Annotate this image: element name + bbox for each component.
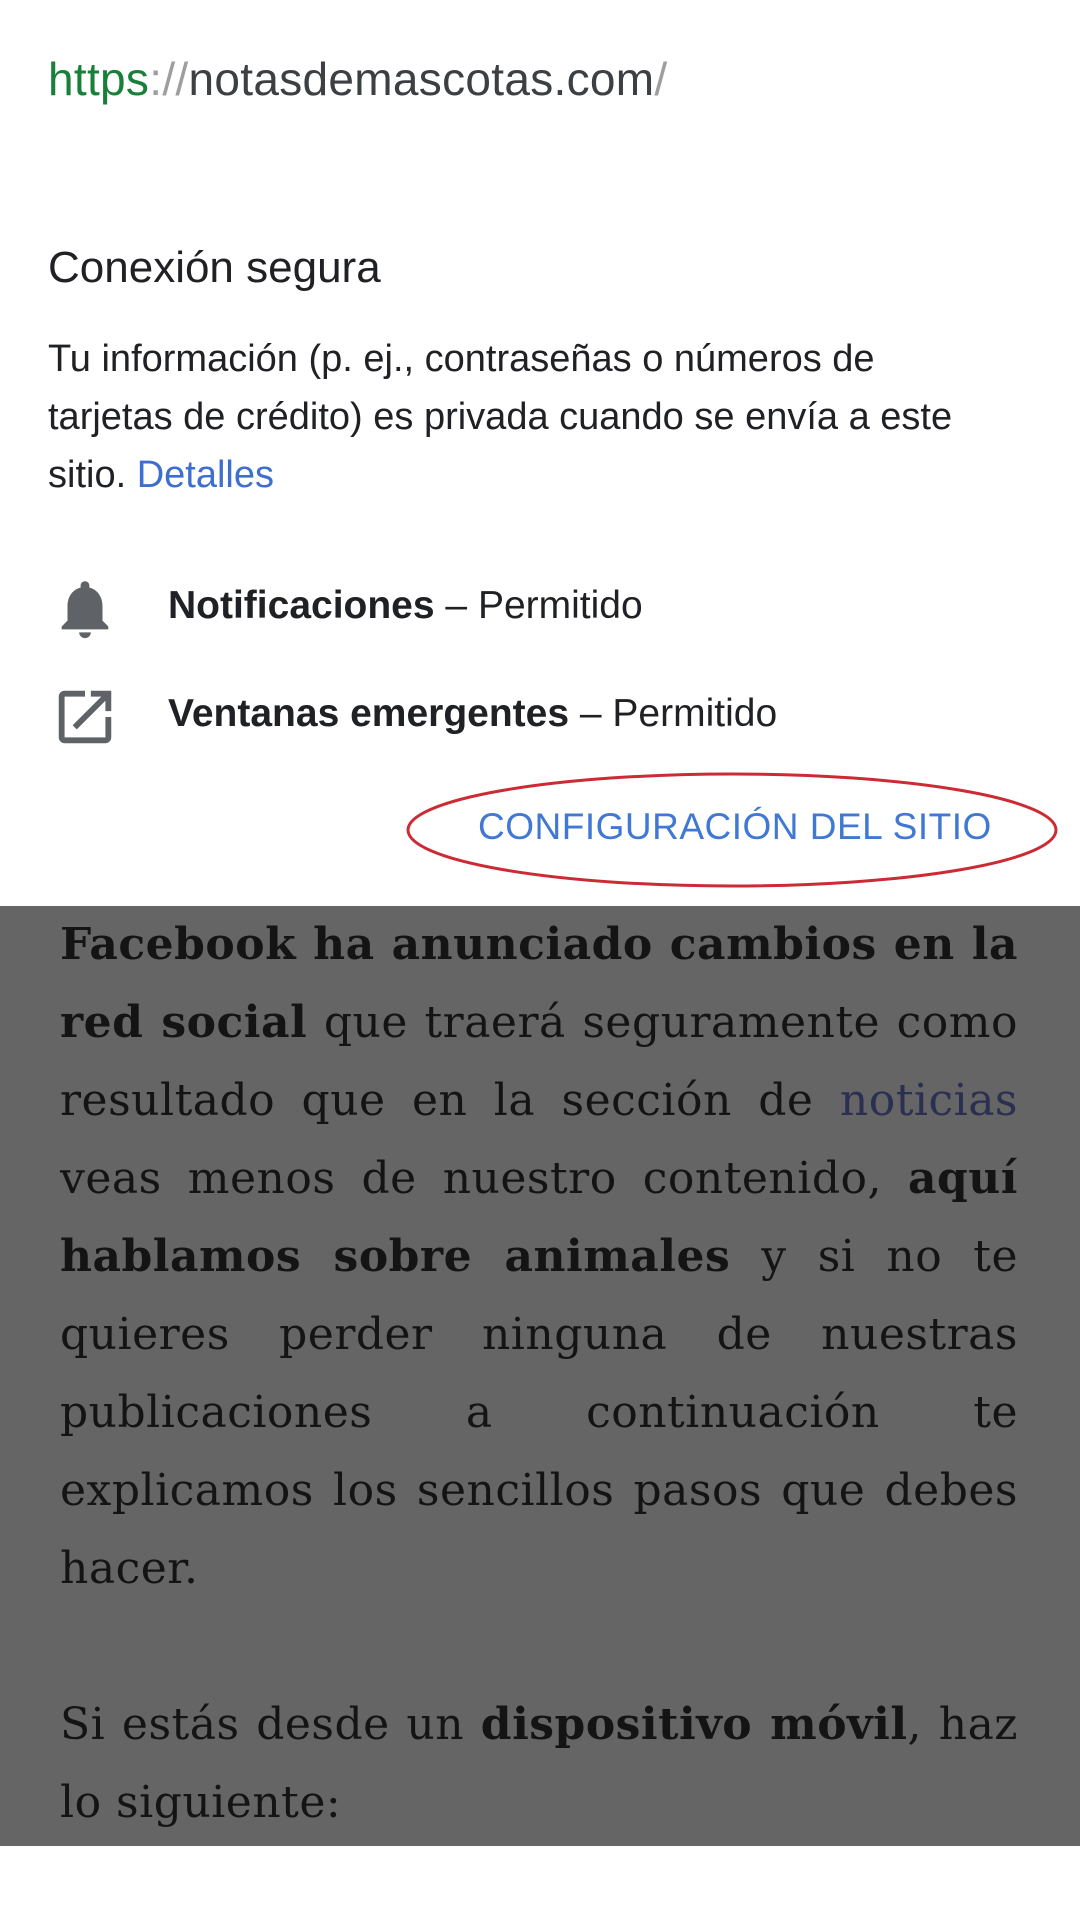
permission-status: Permitido: [612, 692, 778, 735]
article-paragraph-1: Facebook ha anunciado cambios en la red …: [60, 906, 1018, 1608]
body-text: Si estás desde un: [60, 1699, 481, 1750]
site-info-panel: https://notasdemascotas.com/ Conexión se…: [0, 0, 1080, 906]
permission-separator: –: [434, 584, 478, 627]
permission-popups-text: Ventanas emergentes – Permitido: [168, 692, 777, 736]
annotation-oval: [406, 772, 1058, 888]
connection-description: Tu información (p. ej., contraseñas o nú…: [48, 330, 1008, 504]
url-host: notasdemascotas.com: [188, 53, 655, 105]
noticias-link[interactable]: noticias: [840, 1075, 1018, 1126]
article-text: Facebook ha anunciado cambios en la red …: [60, 906, 1018, 1842]
details-link[interactable]: Detalles: [137, 454, 274, 496]
permission-popups[interactable]: Ventanas emergentes – Permitido: [0, 674, 1080, 754]
article-paragraph-2: Si estás desde un dispositivo móvil, haz…: [60, 1686, 1018, 1842]
permission-name: Ventanas emergentes: [168, 692, 570, 735]
article-background: Facebook ha anunciado cambios en la red …: [0, 906, 1080, 1846]
permission-notifications[interactable]: Notificaciones – Permitido: [0, 566, 1080, 646]
body-text: veas menos de nuestro contenido,: [60, 1153, 909, 1204]
body-text: y si no te quieres perder ninguna de nue…: [60, 1231, 1018, 1594]
permission-name: Notificaciones: [168, 584, 435, 627]
connection-title: Conexión segura: [48, 243, 381, 292]
bold-text: dispositivo móvil: [480, 1699, 908, 1750]
bell-icon: [61, 581, 109, 639]
url-trailing-slash: /: [654, 53, 668, 105]
permission-status: Permitido: [477, 584, 643, 627]
url-scheme: https: [48, 53, 150, 105]
url-separator: ://: [149, 53, 189, 105]
site-url: https://notasdemascotas.com/: [48, 52, 668, 106]
permission-separator: –: [569, 692, 613, 735]
permission-notifications-text: Notificaciones – Permitido: [168, 584, 643, 628]
open-in-new-icon: [58, 690, 112, 744]
